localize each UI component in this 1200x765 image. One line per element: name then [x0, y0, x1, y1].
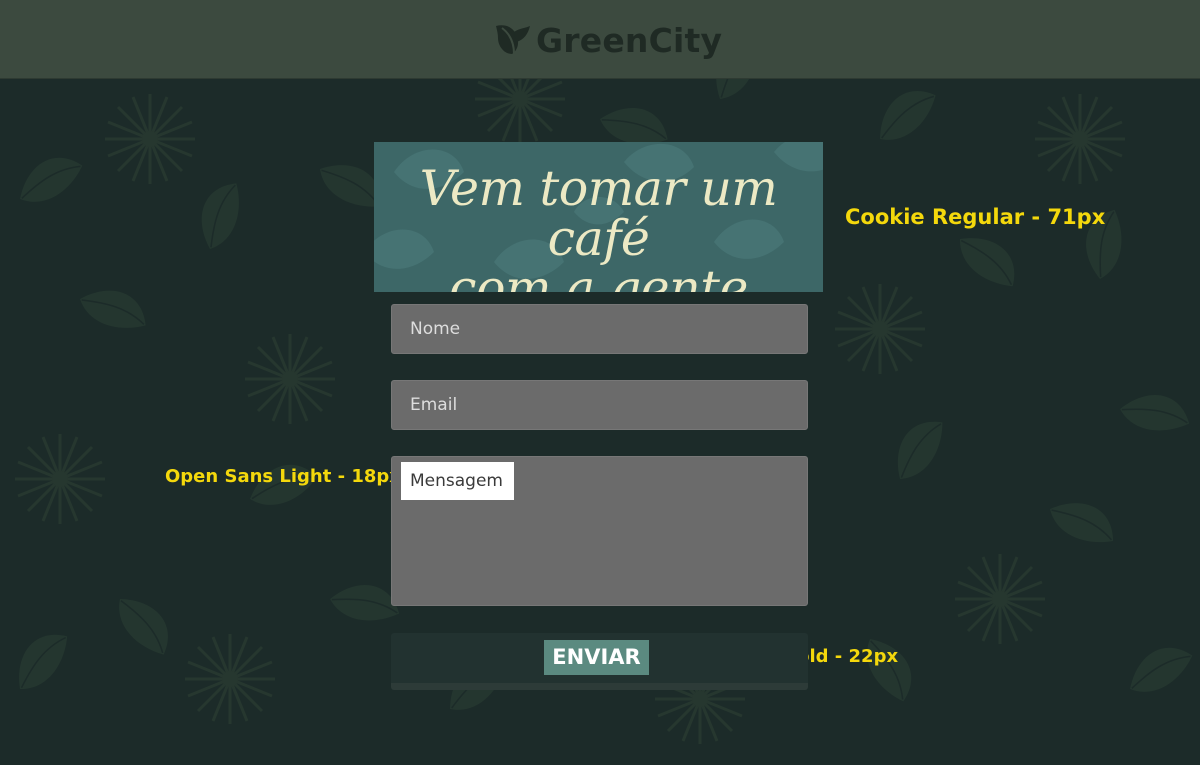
- hero-title-line1: Vem tomar um café: [419, 160, 778, 267]
- hero-title: Vem tomar um café com a gente: [374, 160, 823, 293]
- email-input[interactable]: Email: [391, 380, 808, 430]
- name-input[interactable]: Nome: [391, 304, 808, 354]
- annotation-light-font: Open Sans Light - 18px: [165, 466, 401, 487]
- leaf-icon: [496, 25, 530, 55]
- message-placeholder: Mensagem: [401, 462, 514, 500]
- hero-banner: Vem tomar um café com a gente: [374, 142, 823, 292]
- hero-title-line2: com a gente: [449, 260, 748, 293]
- message-textarea[interactable]: Mensagem: [391, 456, 808, 606]
- submit-button[interactable]: ENVIAR: [544, 640, 649, 675]
- brand-name: GreenCity: [536, 20, 723, 60]
- site-header: GreenCity: [0, 0, 1200, 79]
- annotation-cookie-font: Cookie Regular - 71px: [845, 205, 1106, 229]
- brand-logo[interactable]: GreenCity: [492, 18, 722, 62]
